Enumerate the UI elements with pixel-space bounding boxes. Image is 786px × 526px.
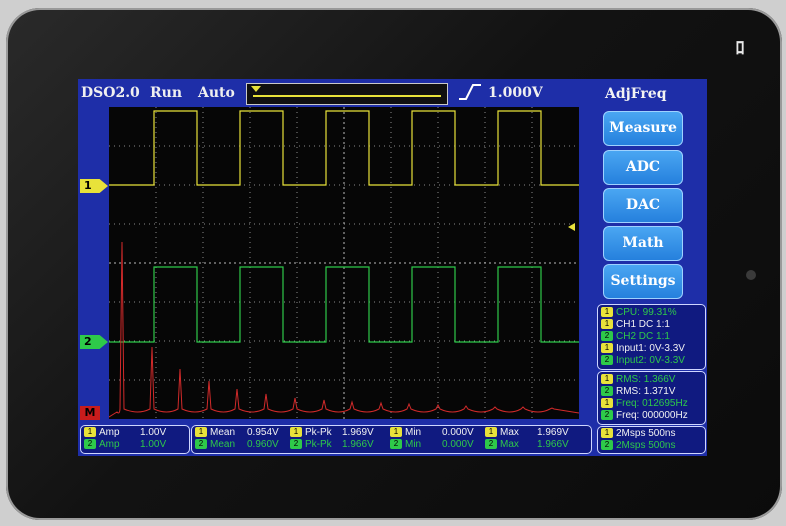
- ch2-coupling: CH2 DC 1:1: [616, 331, 670, 342]
- measure-pk-pk-ch2: 2 Pk-Pk 1.966V: [290, 439, 374, 451]
- ch2-frequency: Freq: 000000Hz: [616, 410, 688, 421]
- waveform-canvas: [109, 107, 579, 419]
- trigger-level[interactable]: 1.000V: [488, 85, 543, 101]
- measure-pk-pk-ch1: 1 Pk-Pk 1.969V: [290, 427, 374, 439]
- trigger-mode-button[interactable]: Auto: [198, 85, 235, 101]
- measure-min-ch2: 2 Min 0.000V: [390, 439, 474, 451]
- measure-min-ch1: 1 Min 0.000V: [390, 427, 474, 439]
- ch2-measurements: 2 Mean 0.960V 2 Pk-Pk 1.966V 2 Min 0.000V 2 Max 1.9…: [195, 439, 591, 451]
- brand-logo-icon: ﾛ: [735, 38, 745, 59]
- menu-title: AdjFreq: [605, 86, 667, 102]
- adc-button[interactable]: ADC: [603, 150, 683, 185]
- amplitude-panel[interactable]: 1 Amp 1.00V 2 Amp 1.00V: [80, 425, 190, 454]
- measurement-panel: 1 Mean 0.954V 1 Pk-Pk 1.969V 1 Min 0.000V 1 Max 1.9…: [191, 425, 592, 454]
- settings-button[interactable]: Settings: [603, 264, 683, 299]
- front-camera: [746, 270, 756, 280]
- ch2-timebase: 2Msps 500ns: [616, 440, 676, 451]
- timebase-panel[interactable]: 1 2Msps 500ns 2 2Msps 500ns: [597, 426, 706, 454]
- run-state-button[interactable]: Run: [150, 85, 182, 101]
- math-marker[interactable]: M: [80, 406, 100, 420]
- trigger-position-slider[interactable]: [246, 83, 448, 105]
- input1-range: Input1: 0V-3.3V: [616, 343, 685, 354]
- ch1-amp: 1.00V: [140, 427, 167, 438]
- top-bar: DSO2.0 Run Auto 1.000V AdjFreq: [78, 79, 707, 107]
- measure-mean-ch2: 2 Mean 0.960V: [195, 439, 279, 451]
- trigger-marker-icon: [251, 86, 261, 92]
- input2-range: Input2: 0V-3.3V: [616, 355, 685, 366]
- frequency-panel: 1 RMS: 1.366V 2 RMS: 1.371V 1 Freq: 012695H…: [597, 371, 706, 425]
- ch1-measurements: 1 Mean 0.954V 1 Pk-Pk 1.969V 1 Min 0.000V 1 Max 1.9…: [195, 427, 591, 439]
- ch1-coupling: CH1 DC 1:1: [616, 319, 670, 330]
- dac-button[interactable]: DAC: [603, 188, 683, 223]
- measure-button[interactable]: Measure: [603, 111, 683, 146]
- measure-mean-ch1: 1 Mean 0.954V: [195, 427, 279, 439]
- ch2-amp: 1.00V: [140, 439, 167, 450]
- ch1-rms: RMS: 1.366V: [616, 374, 676, 385]
- status-panel: 1 CPU: 99.31% 1 CH1 DC 1:1 2 CH2 DC 1:1 1 In…: [597, 304, 706, 370]
- ch2-rms: RMS: 1.371V: [616, 386, 676, 397]
- ch1-frequency: Freq: 012695Hz: [616, 398, 688, 409]
- rising-edge-icon[interactable]: [458, 84, 482, 104]
- app-name: DSO2.0: [81, 85, 140, 101]
- oscilloscope-screen: DSO2.0 Run Auto 1.000V AdjFreq 1 2 M Mea…: [78, 79, 707, 456]
- measure-max-ch2: 2 Max 1.966V: [485, 439, 569, 451]
- math-button[interactable]: Math: [603, 226, 683, 261]
- trigger-level-arrow-icon[interactable]: [568, 223, 575, 231]
- cpu-status: CPU: 99.31%: [616, 307, 677, 318]
- ch1-level-marker[interactable]: 1: [80, 179, 108, 193]
- ch1-timebase: 2Msps 500ns: [616, 428, 676, 439]
- measure-max-ch1: 1 Max 1.969V: [485, 427, 569, 439]
- ch2-level-marker[interactable]: 2: [80, 335, 108, 349]
- waveform-display[interactable]: [109, 107, 579, 419]
